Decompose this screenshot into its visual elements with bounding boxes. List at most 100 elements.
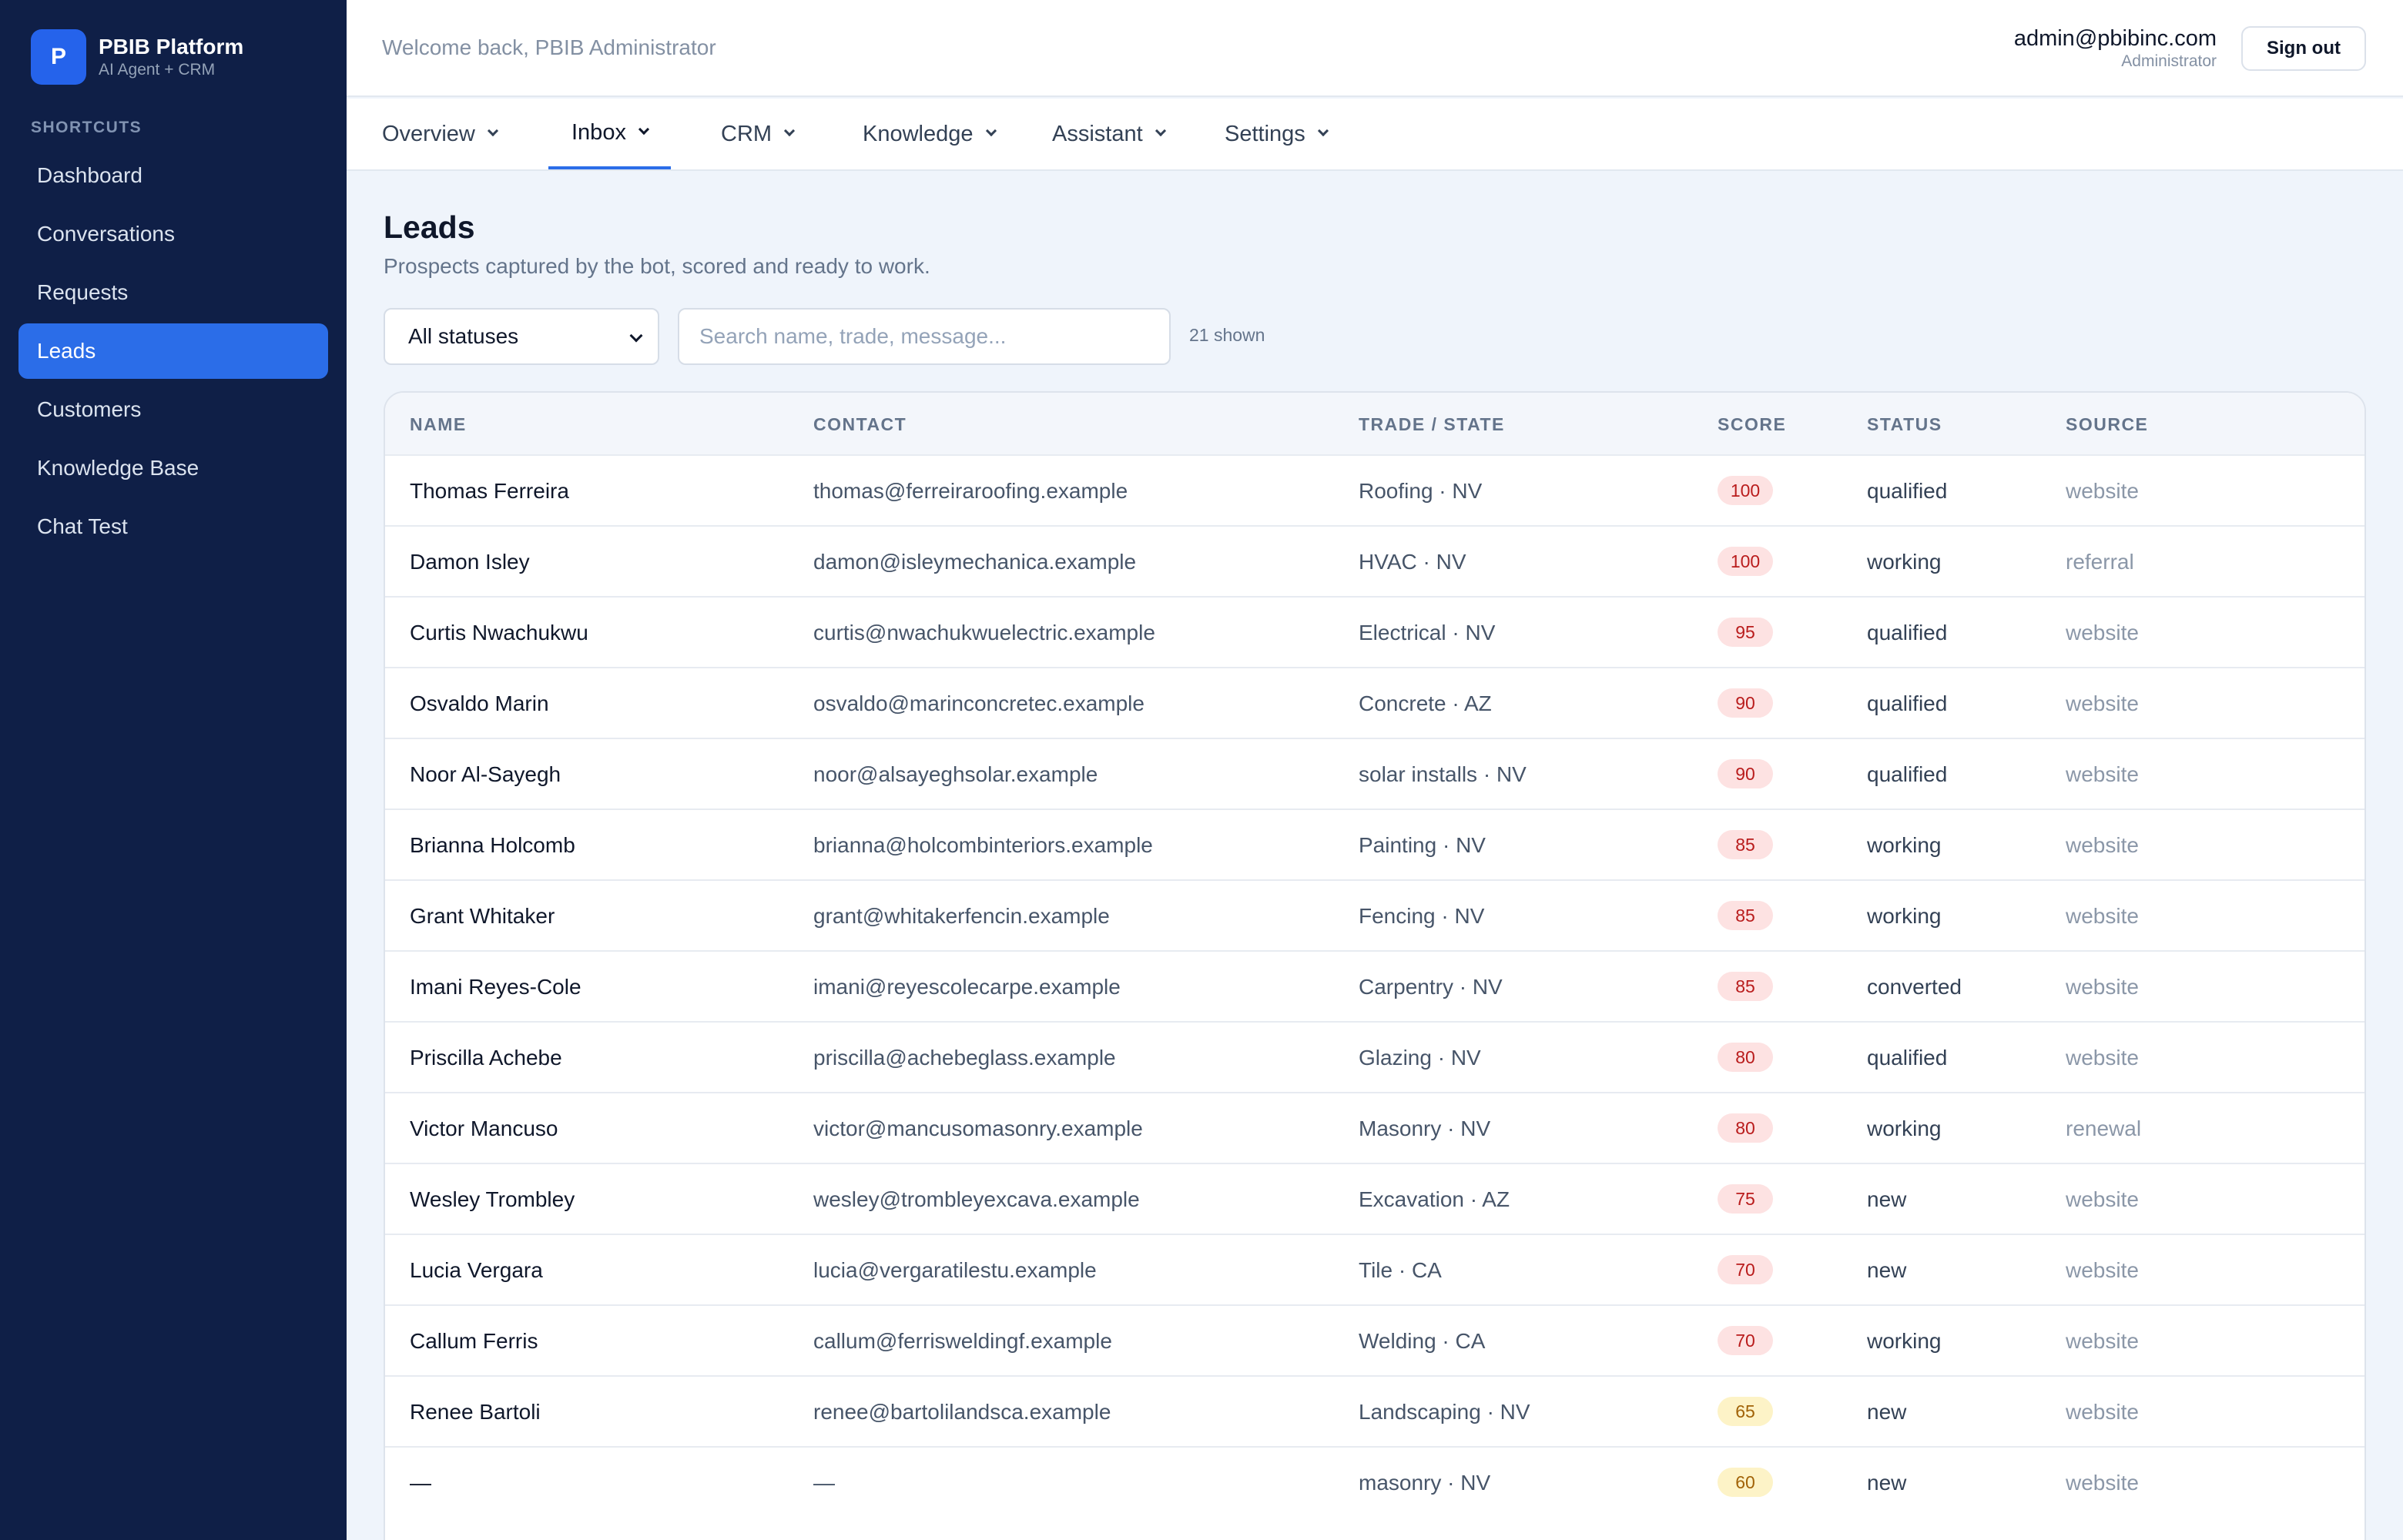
lead-name: Noor Al-Sayegh	[410, 762, 561, 786]
sidebar-item-leads[interactable]: Leads	[18, 323, 328, 379]
table-row[interactable]: Noor Al-Sayegh noor@alsayeghsolar.example…	[385, 738, 2364, 808]
lead-score-cell: 90	[1718, 688, 1773, 718]
tab-overview[interactable]: Overview	[359, 99, 520, 169]
lead-contact: imani@reyescolecarpe.example	[813, 975, 1121, 999]
lead-source: referral	[2066, 550, 2134, 574]
sidebar: P PBIB Platform AI Agent + CRM SHORTCUTS…	[0, 0, 347, 1540]
lead-status: new	[1867, 1258, 1907, 1282]
leads-table: NAME CONTACT TRADE / STATE SCORE STATUS …	[384, 391, 2366, 1540]
tab-knowledge[interactable]: Knowledge	[840, 99, 1018, 169]
shortcuts-label: SHORTCUTS	[31, 119, 142, 136]
lead-contact: victor@mancusomasonry.example	[813, 1116, 1143, 1140]
table-row[interactable]: Grant Whitaker grant@whitakerfencin.examp…	[385, 879, 2364, 950]
sidebar-item-requests[interactable]: Requests	[18, 265, 328, 320]
table-row[interactable]: Imani Reyes-Cole imani@reyescolecarpe.exa…	[385, 950, 2364, 1021]
table-row[interactable]: Lucia Vergara lucia@vergaratilestu.exampl…	[385, 1234, 2364, 1304]
sidebar-item-customers[interactable]: Customers	[18, 382, 328, 437]
column-header-trade-state[interactable]: TRADE / STATE	[1359, 414, 1505, 435]
welcome-message: Welcome back, PBIB Administrator	[382, 35, 716, 59]
lead-trade-state: Glazing · NV	[1359, 1046, 1481, 1070]
lead-status: working	[1867, 1329, 1942, 1353]
table-row[interactable]: Osvaldo Marin osvaldo@marinconcretec.exam…	[385, 667, 2364, 738]
lead-source: website	[2066, 621, 2139, 644]
lead-score-cell: 75	[1718, 1184, 1773, 1214]
lead-source: website	[2066, 1046, 2139, 1070]
score-badge: 95	[1718, 618, 1773, 647]
table-row[interactable]: Priscilla Achebe priscilla@achebeglass.ex…	[385, 1021, 2364, 1092]
main-tabs: Overview Inbox CRM Knowledge Assistant S…	[347, 99, 2403, 171]
score-badge: 85	[1718, 901, 1773, 930]
lead-contact: thomas@ferreiraroofing.example	[813, 479, 1128, 503]
column-header-status[interactable]: STATUS	[1867, 414, 1942, 435]
lead-contact: priscilla@achebeglass.example	[813, 1046, 1116, 1070]
chevron-down-icon	[985, 125, 997, 137]
lead-trade-state: Tile · CA	[1359, 1258, 1442, 1282]
table-row[interactable]: — — masonry · NV 60 new website	[385, 1446, 2364, 1517]
table-row[interactable]: Renee Bartoli renee@bartolilandsca.exampl…	[385, 1375, 2364, 1446]
lead-name: Imani Reyes-Cole	[410, 975, 581, 999]
lead-source: website	[2066, 691, 2139, 715]
lead-name: Brianna Holcomb	[410, 833, 575, 857]
column-header-source[interactable]: SOURCE	[2066, 414, 2148, 435]
tab-inbox[interactable]: Inbox	[548, 99, 671, 169]
sidebar-item-chat-test[interactable]: Chat Test	[18, 499, 328, 554]
score-badge: 100	[1718, 476, 1773, 505]
lead-status: working	[1867, 833, 1942, 857]
lead-name: Curtis Nwachukwu	[410, 621, 588, 644]
lead-score-cell: 100	[1718, 476, 1773, 505]
shown-count: 21 shown	[1189, 325, 1265, 345]
lead-source: website	[2066, 762, 2139, 786]
lead-contact: curtis@nwachukwuelectric.example	[813, 621, 1155, 644]
lead-status: new	[1867, 1187, 1907, 1211]
table-row[interactable]: Victor Mancuso victor@mancusomasonry.exam…	[385, 1092, 2364, 1163]
lead-score-cell: 70	[1718, 1326, 1773, 1355]
table-row[interactable]: Damon Isley damon@isleymechanica.example H…	[385, 525, 2364, 596]
column-header-contact[interactable]: CONTACT	[813, 414, 907, 435]
lead-trade-state: Roofing · NV	[1359, 479, 1483, 503]
lead-trade-state: Electrical · NV	[1359, 621, 1496, 644]
tab-settings[interactable]: Settings	[1202, 99, 1350, 169]
lead-contact: brianna@holcombinteriors.example	[813, 833, 1153, 857]
lead-score-cell: 80	[1718, 1043, 1773, 1072]
column-header-name[interactable]: NAME	[410, 414, 467, 435]
table-row[interactable]: Thomas Ferreira thomas@ferreiraroofing.ex…	[385, 454, 2364, 525]
lead-name: Grant Whitaker	[410, 904, 555, 928]
lead-name: Lucia Vergara	[410, 1258, 543, 1282]
lead-source: website	[2066, 1400, 2139, 1424]
chevron-down-icon	[629, 329, 643, 343]
score-badge: 80	[1718, 1113, 1773, 1143]
top-bar: Welcome back, PBIB Administrator admin@p…	[347, 0, 2403, 97]
lead-contact: callum@ferrisweldingf.example	[813, 1329, 1112, 1353]
chevron-down-icon	[783, 125, 796, 137]
brand-title: PBIB Platform	[99, 35, 244, 59]
lead-score-cell: 85	[1718, 972, 1773, 1001]
tab-crm[interactable]: CRM	[698, 99, 816, 169]
lead-trade-state: Fencing · NV	[1359, 904, 1485, 928]
brand-logo-icon: P	[31, 29, 86, 85]
table-row[interactable]: Curtis Nwachukwu curtis@nwachukwuelectric…	[385, 596, 2364, 667]
table-body: Thomas Ferreira thomas@ferreiraroofing.ex…	[385, 454, 2364, 1517]
score-badge: 65	[1718, 1397, 1773, 1426]
table-row[interactable]: Callum Ferris callum@ferrisweldingf.examp…	[385, 1304, 2364, 1375]
chevron-down-icon	[1155, 125, 1166, 137]
table-row[interactable]: Wesley Trombley wesley@trombleyexcava.exa…	[385, 1163, 2364, 1234]
lead-contact: grant@whitakerfencin.example	[813, 904, 1110, 928]
sign-out-button[interactable]: Sign out	[2241, 26, 2366, 71]
lead-name: Osvaldo Marin	[410, 691, 549, 715]
sidebar-item-conversations[interactable]: Conversations	[18, 206, 328, 262]
search-input[interactable]	[678, 308, 1171, 365]
tab-assistant[interactable]: Assistant	[1029, 99, 1188, 169]
sidebar-item-knowledge-base[interactable]: Knowledge Base	[18, 440, 328, 496]
column-header-score[interactable]: SCORE	[1718, 414, 1786, 435]
status-filter-select[interactable]: All statuses	[384, 308, 659, 365]
brand[interactable]: P PBIB Platform AI Agent + CRM	[31, 29, 243, 85]
status-filter-value: All statuses	[408, 324, 519, 348]
sidebar-item-dashboard[interactable]: Dashboard	[18, 148, 328, 203]
lead-source: website	[2066, 833, 2139, 857]
lead-score-cell: 60	[1718, 1468, 1773, 1497]
lead-status: qualified	[1867, 691, 1948, 715]
chevron-down-icon	[1317, 125, 1329, 137]
lead-trade-state: HVAC · NV	[1359, 550, 1466, 574]
lead-trade-state: Painting · NV	[1359, 833, 1486, 857]
table-row[interactable]: Brianna Holcomb brianna@holcombinteriors.…	[385, 808, 2364, 879]
